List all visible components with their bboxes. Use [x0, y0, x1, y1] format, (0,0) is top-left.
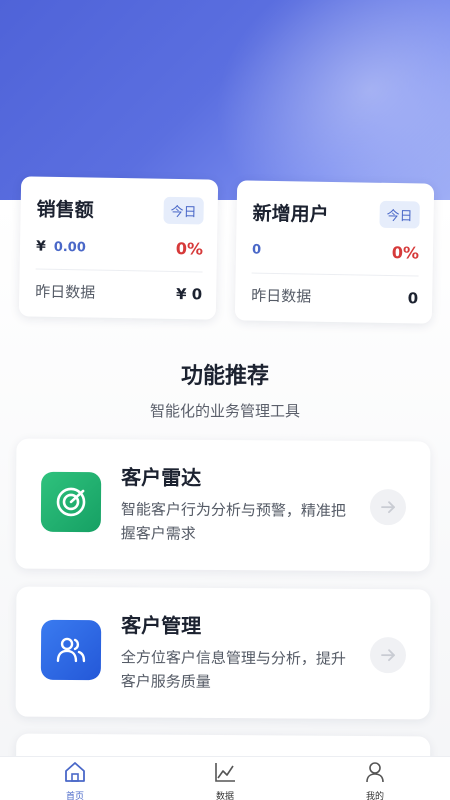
bottom-tab-bar: 首页 数据 我的	[0, 756, 450, 800]
divider	[251, 272, 419, 277]
stat-amount: ¥0.00	[36, 238, 86, 255]
sales-stat-card[interactable]: 销售额 今日 ¥0.00 0% 昨日数据 ¥ 0	[18, 176, 219, 320]
divider	[35, 268, 203, 273]
section-subtitle: 智能化的业务管理工具	[149, 402, 300, 420]
stat-title: 销售额	[36, 198, 94, 222]
home-icon	[63, 761, 87, 787]
stat-values: 0 0%	[252, 241, 419, 263]
new-users-stat-card[interactable]: 新增用户 今日 0 0% 昨日数据 0	[234, 180, 435, 324]
person-icon	[363, 761, 387, 787]
today-badge: 今日	[163, 196, 204, 225]
tab-data[interactable]: 数据	[185, 757, 265, 800]
stat-title: 新增用户	[252, 202, 329, 226]
amount-value: 0.00	[53, 239, 86, 255]
arrow-right-icon[interactable]	[369, 489, 407, 526]
feature-description: 全方位客户信息管理与分析，提升客户服务质量	[120, 648, 347, 691]
yesterday-label: 昨日数据	[35, 282, 96, 302]
amount-value: 0	[251, 242, 262, 258]
stat-percent: 0%	[175, 239, 204, 259]
stat-percent: 0%	[391, 243, 420, 263]
tab-label: 我的	[365, 792, 384, 800]
feature-card-customer-management[interactable]: 客户管理 全方位客户信息管理与分析，提升客户服务质量	[15, 586, 431, 720]
tab-profile[interactable]: 我的	[335, 757, 415, 800]
currency-symbol: ¥	[35, 238, 46, 255]
feature-title: 客户雷达	[121, 465, 202, 490]
stat-header: 销售额 今日	[36, 195, 204, 225]
radar-icon	[40, 471, 102, 533]
yesterday-value: 0	[407, 288, 419, 307]
feature-description: 智能客户行为分析与预警，精准把握客户需求	[120, 500, 347, 543]
stat-values: ¥0.00 0%	[36, 237, 204, 259]
chart-icon	[213, 761, 237, 787]
arrow-right-icon[interactable]	[369, 637, 407, 674]
tab-label: 首页	[65, 792, 84, 800]
users-icon	[40, 619, 102, 681]
stat-footer: 昨日数据 0	[251, 285, 418, 309]
yesterday-value: ¥ 0	[175, 284, 203, 303]
tab-home[interactable]: 首页	[35, 757, 115, 800]
stat-footer: 昨日数据 ¥ 0	[35, 281, 202, 305]
today-badge: 今日	[379, 200, 420, 229]
section-title: 功能推荐	[180, 364, 269, 389]
yesterday-label: 昨日数据	[251, 286, 312, 306]
stat-header: 新增用户 今日	[252, 199, 420, 229]
feature-title: 客户管理	[121, 613, 202, 638]
feature-card-customer-radar[interactable]: 客户雷达 智能客户行为分析与预警，精准把握客户需求	[15, 438, 431, 572]
tab-label: 数据	[215, 792, 234, 800]
